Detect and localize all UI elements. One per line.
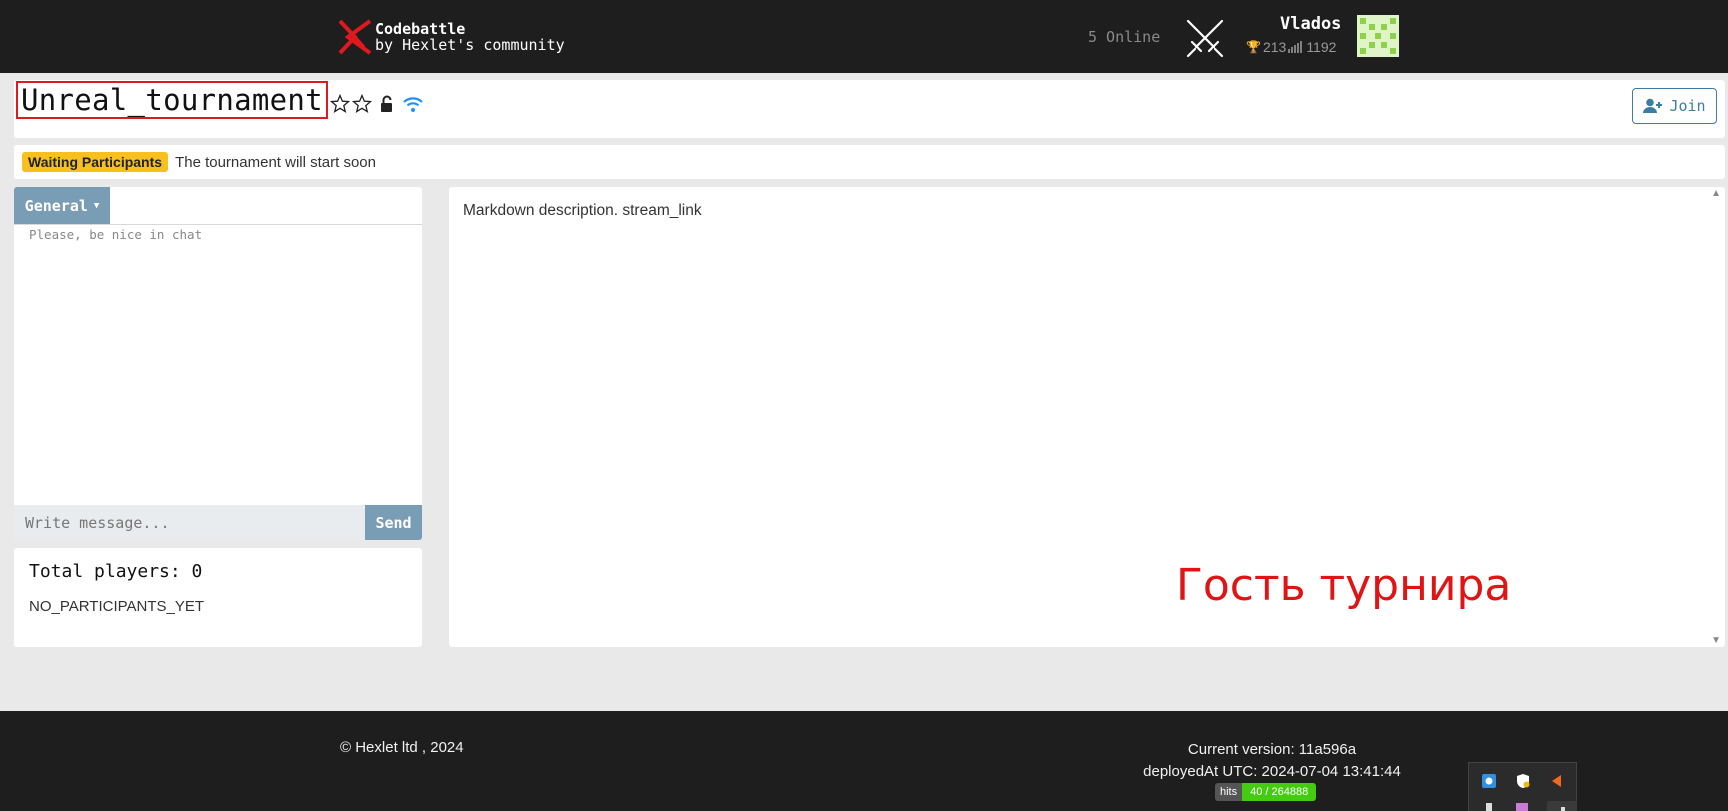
brand-tagline: by Hexlet's community <box>375 36 565 54</box>
tray-item-icon[interactable] <box>1515 801 1529 811</box>
online-count[interactable]: 5 Online <box>1088 28 1160 46</box>
system-tray-popup <box>1468 762 1577 811</box>
user-rank: 1192 <box>1306 39 1337 55</box>
network-app-icon[interactable] <box>1481 773 1497 789</box>
title-icons <box>330 94 424 114</box>
tournament-status-bar: Waiting Participants The tournament will… <box>14 145 1725 179</box>
codebattle-logo-icon <box>338 19 372 55</box>
hits-label: hits <box>1215 783 1243 801</box>
total-players: Total players: 0 <box>29 561 203 582</box>
join-label: Join <box>1669 97 1706 115</box>
chat-message-input[interactable] <box>14 505 365 540</box>
send-button[interactable]: Send <box>365 505 422 540</box>
join-button[interactable]: Join <box>1632 88 1717 124</box>
tournament-description-panel[interactable]: Markdown description. stream_link ▲ ▼ <box>449 187 1725 647</box>
scroll-down-icon[interactable]: ▼ <box>1711 635 1721 646</box>
arrow-left-icon[interactable] <box>1549 773 1565 789</box>
tray-item-icon[interactable] <box>1547 801 1577 811</box>
scroll-up-icon[interactable]: ▲ <box>1711 188 1721 199</box>
user-avatar[interactable] <box>1357 15 1399 57</box>
hits-badge[interactable]: hits 40 / 264888 <box>1215 783 1317 801</box>
chat-room-label: General <box>24 196 88 215</box>
caret-down-icon: ▼ <box>93 200 100 211</box>
rank-chart-icon <box>1288 41 1303 53</box>
brand-logo[interactable]: Codebattle by Hexlet's community <box>338 18 565 56</box>
identicon-icon <box>1357 15 1399 57</box>
unlock-icon <box>381 95 392 112</box>
tab-divider <box>14 224 422 225</box>
trophy-icon: 🏆 <box>1246 40 1261 54</box>
crossed-swords-icon[interactable] <box>1184 18 1226 58</box>
user-name[interactable]: Vlados <box>1280 14 1341 34</box>
user-plus-icon <box>1643 98 1663 113</box>
players-panel: Total players: 0 NO_PARTICIPANTS_YET <box>14 548 422 647</box>
description-text: Markdown description. stream_link <box>463 202 702 219</box>
security-shield-icon[interactable] <box>1515 773 1531 789</box>
wifi-online-icon <box>403 97 423 112</box>
star-empty-icon <box>352 94 372 114</box>
user-rating: 213 <box>1262 39 1287 55</box>
tournament-name: Unreal_tournament <box>21 83 323 117</box>
chat-panel: General ▼ Please, be nice in chat Send <box>14 187 422 540</box>
star-empty-icon <box>330 94 350 114</box>
title-highlight-box: Unreal_tournament <box>16 81 328 119</box>
status-message: The tournament will start soon <box>175 153 376 171</box>
guest-caption: Гость турнира <box>1176 560 1512 611</box>
status-badge: Waiting Participants <box>22 152 169 172</box>
user-stats: 🏆 213 1192 <box>1246 39 1336 55</box>
top-navbar: Codebattle by Hexlet's community 5 Onlin… <box>0 0 1728 73</box>
brand-name: Codebattle <box>375 20 466 38</box>
deployed-at: deployedAt UTC: 2024-07-04 13:41:44 <box>1143 763 1401 780</box>
version-info: Current version: 11a596a deployedAt UTC:… <box>1050 739 1494 783</box>
current-version: Current version: 11a596a <box>1187 741 1357 758</box>
tray-item-icon[interactable] <box>1483 801 1497 811</box>
hits-value: 40 / 264888 <box>1242 783 1317 801</box>
copyright: © Hexlet ltd , 2024 <box>340 739 464 756</box>
no-participants-text: NO_PARTICIPANTS_YET <box>29 598 205 615</box>
chat-notice: Please, be nice in chat <box>29 227 203 242</box>
tournament-title-bar: Unreal_tournament Join <box>14 80 1725 138</box>
chat-room-dropdown[interactable]: General ▼ <box>14 187 110 224</box>
